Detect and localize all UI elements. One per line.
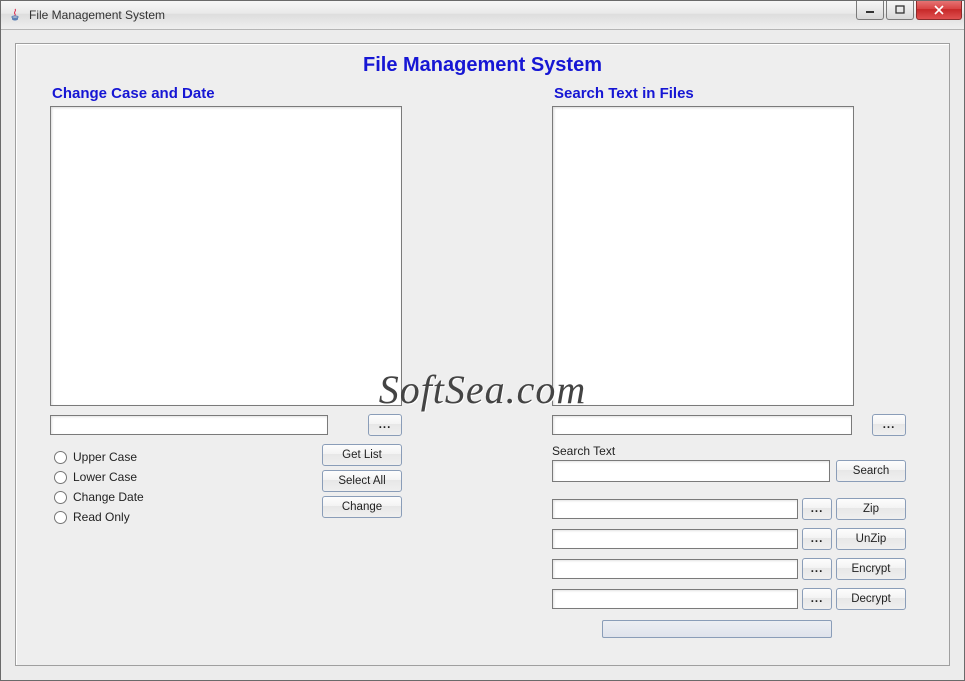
zip-button[interactable]: Zip xyxy=(836,498,906,520)
radio-read-only-input[interactable] xyxy=(54,511,67,524)
search-path-row: ... xyxy=(552,414,906,436)
radio-upper-case[interactable]: Upper Case xyxy=(54,450,144,464)
minimize-button[interactable] xyxy=(856,1,884,20)
unzip-row: ... UnZip xyxy=(552,528,906,550)
encrypt-path-input[interactable] xyxy=(552,559,798,579)
change-case-controls: Upper Case Lower Case Change Date R xyxy=(50,444,402,524)
progress-bar xyxy=(602,620,832,638)
search-text-input[interactable] xyxy=(552,460,830,482)
search-heading: Search Text in Files xyxy=(554,85,906,102)
page-title: File Management System xyxy=(50,54,915,77)
radio-change-date-input[interactable] xyxy=(54,491,67,504)
select-all-button[interactable]: Select All xyxy=(322,470,402,492)
window-title: File Management System xyxy=(29,8,165,22)
maximize-icon xyxy=(895,5,905,15)
search-text-row: Search xyxy=(552,460,906,482)
zip-browse-button[interactable]: ... xyxy=(802,498,832,520)
java-app-icon xyxy=(7,7,23,23)
case-radio-group: Upper Case Lower Case Change Date R xyxy=(54,450,144,524)
change-button[interactable]: Change xyxy=(322,496,402,518)
client-area: File Management System Change Case and D… xyxy=(15,43,950,666)
close-button[interactable] xyxy=(916,1,962,20)
radio-lower-case-label: Lower Case xyxy=(73,470,137,484)
close-icon xyxy=(933,5,945,15)
zip-row: ... Zip xyxy=(552,498,906,520)
decrypt-browse-button[interactable]: ... xyxy=(802,588,832,610)
unzip-browse-button[interactable]: ... xyxy=(802,528,832,550)
search-text-label: Search Text xyxy=(552,444,906,458)
change-case-button-col: Get List Select All Change xyxy=(322,444,402,524)
decrypt-path-input[interactable] xyxy=(552,589,798,609)
radio-change-date-label: Change Date xyxy=(73,490,144,504)
change-case-heading: Change Case and Date xyxy=(52,85,402,102)
get-list-button[interactable]: Get List xyxy=(322,444,402,466)
minimize-icon xyxy=(865,5,875,15)
radio-upper-case-input[interactable] xyxy=(54,451,67,464)
decrypt-button[interactable]: Decrypt xyxy=(836,588,906,610)
search-panel: Search Text in Files ... Search Text Sea… xyxy=(552,85,906,638)
change-case-panel: Change Case and Date ... Upper Case xyxy=(50,85,402,638)
radio-read-only[interactable]: Read Only xyxy=(54,510,144,524)
maximize-button[interactable] xyxy=(886,1,914,20)
zip-path-input[interactable] xyxy=(552,499,798,519)
app-window: File Management System File Management S… xyxy=(0,0,965,681)
change-case-path-row: ... xyxy=(50,414,402,436)
search-listbox[interactable] xyxy=(552,106,854,406)
change-case-path-input[interactable] xyxy=(50,415,328,435)
titlebar: File Management System xyxy=(1,1,964,30)
change-case-listbox[interactable] xyxy=(50,106,402,406)
decrypt-row: ... Decrypt xyxy=(552,588,906,610)
radio-lower-case[interactable]: Lower Case xyxy=(54,470,144,484)
encrypt-row: ... Encrypt xyxy=(552,558,906,580)
encrypt-browse-button[interactable]: ... xyxy=(802,558,832,580)
radio-read-only-label: Read Only xyxy=(73,510,130,524)
encrypt-button[interactable]: Encrypt xyxy=(836,558,906,580)
search-browse-button[interactable]: ... xyxy=(872,414,906,436)
radio-lower-case-input[interactable] xyxy=(54,471,67,484)
unzip-button[interactable]: UnZip xyxy=(836,528,906,550)
window-controls xyxy=(854,1,964,21)
radio-change-date[interactable]: Change Date xyxy=(54,490,144,504)
main-columns: Change Case and Date ... Upper Case xyxy=(50,85,915,638)
search-button[interactable]: Search xyxy=(836,460,906,482)
unzip-path-input[interactable] xyxy=(552,529,798,549)
radio-upper-case-label: Upper Case xyxy=(73,450,137,464)
change-case-browse-button[interactable]: ... xyxy=(368,414,402,436)
search-path-input[interactable] xyxy=(552,415,852,435)
